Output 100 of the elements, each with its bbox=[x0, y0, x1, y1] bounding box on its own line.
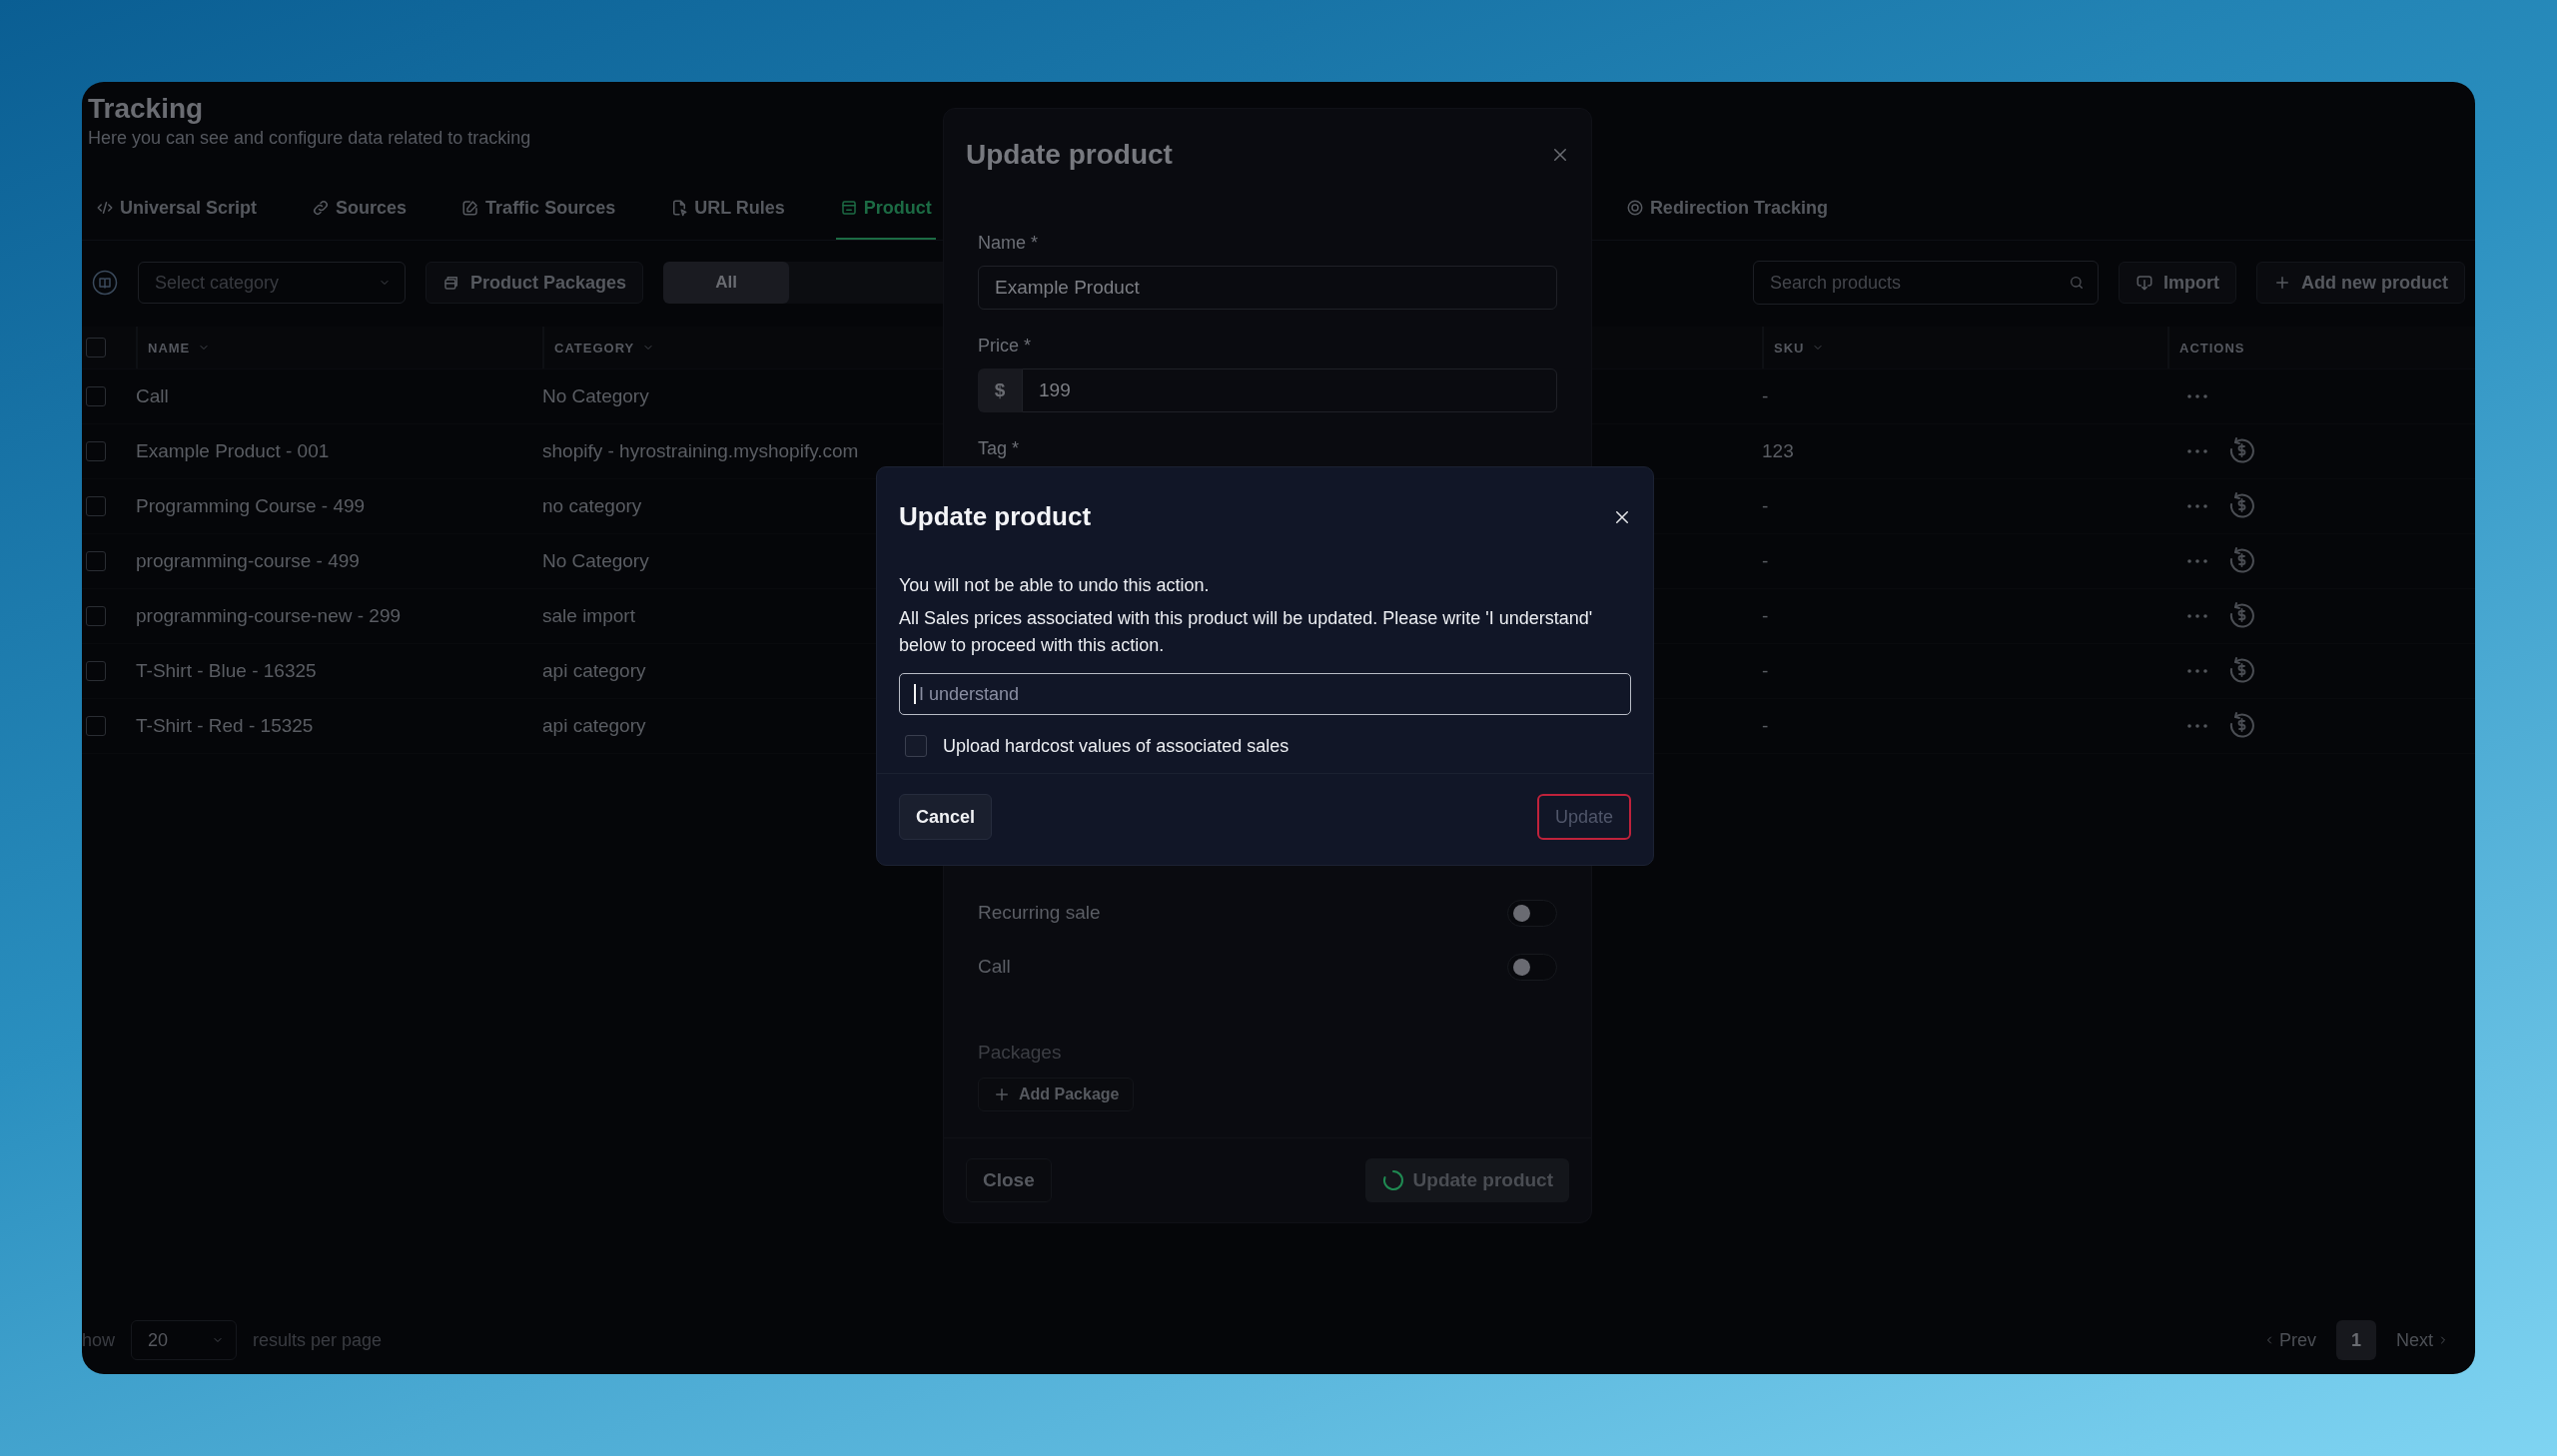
table-cell: shopify - hyrostraining.myshopify.com bbox=[542, 440, 859, 462]
category-select[interactable]: Select category bbox=[138, 262, 406, 304]
plus-icon bbox=[993, 1086, 1011, 1103]
row-checkbox[interactable] bbox=[86, 661, 106, 681]
field-label: Price * bbox=[978, 336, 1032, 357]
prev-page-link[interactable]: Prev bbox=[2256, 1328, 2322, 1352]
tab[interactable]: Traffic Sources bbox=[457, 178, 620, 240]
boxes-icon bbox=[442, 274, 460, 292]
confirm-input[interactable]: I understand bbox=[899, 673, 1631, 715]
tab[interactable]: URL Rules bbox=[666, 178, 789, 240]
show-label: how bbox=[82, 1329, 116, 1351]
more-icon[interactable] bbox=[2185, 667, 2209, 675]
book-icon[interactable] bbox=[92, 270, 118, 296]
table-cell: api category bbox=[542, 660, 646, 682]
column-header[interactable]: SKU bbox=[1774, 340, 1805, 356]
results-per-page-label: results per page bbox=[253, 1329, 383, 1351]
text-field[interactable]: Example Product bbox=[978, 266, 1557, 310]
table-cell: T-Shirt - Red - 15325 bbox=[136, 715, 314, 737]
tab[interactable]: Universal Script bbox=[92, 178, 262, 240]
table-cell: programming-course - 499 bbox=[136, 550, 360, 572]
more-icon[interactable] bbox=[2185, 502, 2209, 510]
page-size-select[interactable]: 20 bbox=[131, 1320, 238, 1360]
product-packages-button[interactable]: Product Packages bbox=[426, 262, 644, 304]
select-all-checkbox[interactable] bbox=[86, 338, 106, 358]
column-header[interactable]: ACTIONS bbox=[2179, 340, 2245, 356]
table-cell: - bbox=[1762, 550, 1769, 572]
search-field[interactable]: Search products bbox=[1753, 261, 2099, 305]
table-cell: - bbox=[1762, 715, 1769, 737]
row-checkbox[interactable] bbox=[86, 386, 106, 406]
close-button[interactable]: Close bbox=[966, 1158, 1052, 1202]
add-package-button[interactable]: Add Package bbox=[978, 1078, 1135, 1111]
code-icon bbox=[96, 199, 114, 217]
page-title: Tracking bbox=[88, 92, 205, 126]
more-icon[interactable] bbox=[2185, 392, 2209, 400]
toggle-label: Call bbox=[978, 956, 1011, 978]
table-cell: - bbox=[1762, 385, 1769, 407]
search-icon bbox=[2069, 275, 2085, 291]
text-cursor bbox=[914, 684, 916, 704]
page-subtitle: Here you can see and configure data related to tracking bbox=[88, 127, 532, 150]
tab[interactable]: Product bbox=[835, 178, 936, 240]
table-cell: T-Shirt - Blue - 16325 bbox=[136, 660, 317, 682]
table-cell: api category bbox=[542, 715, 646, 737]
checkbox-label: Upload hardcost values of associated sales bbox=[943, 735, 1289, 757]
calendar-icon bbox=[839, 199, 858, 217]
link-icon bbox=[312, 199, 331, 217]
dollar-arrow-icon[interactable] bbox=[2227, 601, 2255, 631]
next-page-link[interactable]: Next bbox=[2390, 1328, 2455, 1352]
cancel-button[interactable]: Cancel bbox=[899, 794, 993, 840]
page-size-value: 20 bbox=[148, 1329, 169, 1351]
add-product-button[interactable]: Add new product bbox=[2256, 262, 2465, 304]
page-button[interactable]: 1 bbox=[2336, 1320, 2376, 1360]
dollar-arrow-icon[interactable] bbox=[2227, 711, 2255, 741]
tab[interactable]: Sources bbox=[308, 178, 412, 240]
field-label: Tag * bbox=[978, 438, 1021, 459]
table-cell: Programming Course - 499 bbox=[136, 495, 366, 517]
dollar-arrow-icon[interactable] bbox=[2227, 436, 2255, 466]
download-icon bbox=[2135, 274, 2153, 292]
dollar-arrow-icon[interactable] bbox=[2227, 491, 2255, 521]
checkbox[interactable] bbox=[905, 735, 927, 757]
more-icon[interactable] bbox=[2185, 612, 2209, 620]
row-checkbox[interactable] bbox=[86, 716, 106, 736]
more-icon[interactable] bbox=[2185, 557, 2209, 565]
target-icon bbox=[1625, 199, 1644, 217]
modal-title: Update product bbox=[966, 139, 1173, 171]
table-cell: Call bbox=[136, 385, 169, 407]
table-cell: 123 bbox=[1762, 440, 1794, 462]
field-label: Name * bbox=[978, 233, 1040, 254]
column-header[interactable]: NAME bbox=[148, 340, 191, 356]
dialog-title: Update product bbox=[899, 501, 1092, 532]
import-button[interactable]: Import bbox=[2119, 262, 2236, 304]
edit-icon bbox=[461, 199, 480, 217]
table-cell: - bbox=[1762, 495, 1769, 517]
toggle-switch[interactable] bbox=[1507, 953, 1557, 981]
table-cell: No Category bbox=[542, 385, 649, 407]
row-checkbox[interactable] bbox=[86, 606, 106, 626]
dialog-text: You will not be able to undo this action. bbox=[899, 574, 1211, 597]
currency-prefix: $ bbox=[978, 368, 1022, 412]
table-cell: no category bbox=[542, 495, 642, 517]
dollar-arrow-icon[interactable] bbox=[2227, 546, 2255, 576]
more-icon[interactable] bbox=[2185, 722, 2209, 730]
row-checkbox[interactable] bbox=[86, 496, 106, 516]
row-checkbox[interactable] bbox=[86, 441, 106, 461]
toggle-label: Recurring sale bbox=[978, 902, 1101, 924]
filter-tab[interactable]: All bbox=[663, 262, 790, 304]
table-cell: sale import bbox=[542, 605, 635, 627]
row-checkbox[interactable] bbox=[86, 551, 106, 571]
table-cell: - bbox=[1762, 605, 1769, 627]
text-field[interactable]: 199 bbox=[1022, 368, 1557, 412]
update-product-button[interactable]: Update product bbox=[1364, 1158, 1569, 1202]
dollar-arrow-icon[interactable] bbox=[2227, 656, 2255, 686]
plus-icon bbox=[2273, 274, 2291, 292]
table-cell: No Category bbox=[542, 550, 649, 572]
column-header[interactable]: CATEGORY bbox=[554, 340, 635, 356]
more-icon[interactable] bbox=[2185, 447, 2209, 455]
tab[interactable]: Redirection Tracking bbox=[1621, 178, 1832, 240]
table-cell: programming-course-new - 299 bbox=[136, 605, 402, 627]
toggle-switch[interactable] bbox=[1507, 899, 1557, 927]
table-cell: Example Product - 001 bbox=[136, 440, 330, 462]
table-cell: - bbox=[1762, 660, 1769, 682]
select-placeholder: Select category bbox=[155, 272, 280, 294]
